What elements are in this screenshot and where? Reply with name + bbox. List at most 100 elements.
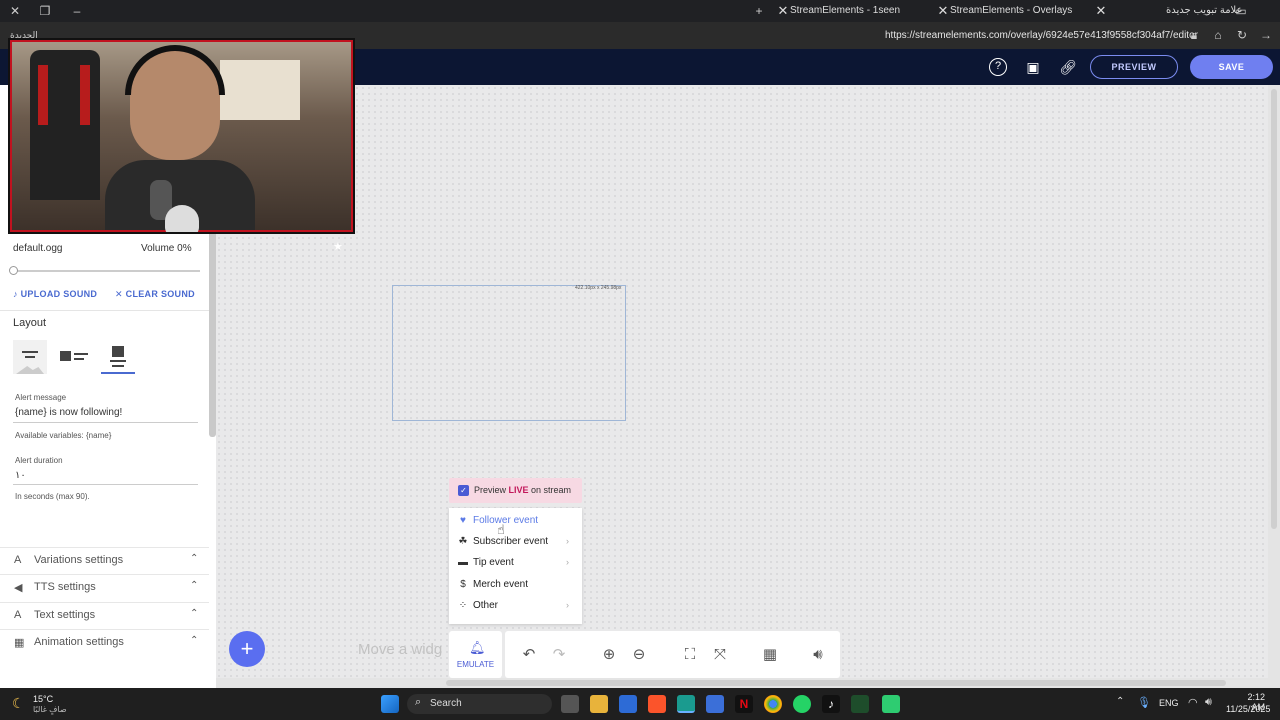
clock-date[interactable]: 11/25/2025: [1226, 704, 1270, 714]
layout-image-icon: [112, 346, 124, 357]
emulate-button[interactable]: 🔔︎ EMULATE: [449, 631, 502, 678]
alert-message-input[interactable]: {name} is now following!: [15, 407, 122, 418]
speaker-icon: ◀︎: [14, 582, 23, 594]
alert-duration-input[interactable]: ١٠: [15, 470, 26, 481]
menu-item-tip-event[interactable]: ▬ Tip event ›: [449, 553, 582, 574]
brave-icon[interactable]: [648, 695, 666, 713]
horizontal-scrollbar[interactable]: [216, 678, 1280, 688]
layout-option-text-below[interactable]: [13, 340, 47, 374]
grid-icon[interactable]: ▦: [760, 645, 780, 665]
other-icon: ⁘: [458, 600, 468, 611]
tab-streamelements-1seen[interactable]: StreamElements - 1seen: [790, 0, 900, 22]
clear-sound-button[interactable]: ✕ CLEAR SOUND: [115, 289, 195, 300]
zoom-out-icon[interactable]: ⊖: [629, 645, 649, 665]
mail-icon[interactable]: [706, 695, 724, 713]
preview-button[interactable]: PREVIEW: [1090, 55, 1178, 79]
microphone-icon[interactable]: 🎙︎: [1137, 696, 1151, 709]
weather-temp[interactable]: 15°C: [33, 694, 53, 704]
webcam-frame: [10, 40, 353, 232]
file-explorer-icon[interactable]: [590, 695, 608, 713]
fullscreen-icon[interactable]: ⛶: [680, 645, 700, 665]
reload-icon[interactable]: ↻: [1233, 25, 1251, 45]
alert-message-label: Alert message: [15, 393, 67, 402]
back-icon[interactable]: →: [1257, 25, 1275, 45]
tab-close-icon[interactable]: ✕: [935, 0, 951, 22]
music-note-icon: ♪: [13, 289, 18, 299]
upload-sound-button[interactable]: ♪ UPLOAD SOUND: [13, 289, 97, 299]
tab-new-tab[interactable]: علامة تبويب جديدة: [1166, 0, 1242, 22]
tab-actions-icon[interactable]: ▭: [1232, 1, 1250, 21]
taskbar-search[interactable]: ⌕ Search: [407, 694, 552, 714]
input-underline: [13, 484, 198, 485]
monitor-icon[interactable]: ▣: [1024, 58, 1042, 76]
chevron-up-icon: ⌃: [190, 580, 199, 591]
start-icon[interactable]: [381, 695, 399, 713]
layout-option-image-above[interactable]: [101, 340, 135, 374]
link-icon[interactable]: 🔗︎: [1059, 58, 1077, 76]
available-variables-hint: Available variables: {name}: [15, 431, 112, 440]
menu-item-merch-event[interactable]: $ Merch event: [449, 575, 582, 596]
duration-hint: In seconds (max 90).: [15, 492, 90, 501]
vertical-scrollbar[interactable]: [1268, 85, 1280, 678]
speaker-icon[interactable]: 🔊︎: [1205, 696, 1212, 709]
app-icon[interactable]: [882, 695, 900, 713]
new-tab-icon[interactable]: +: [750, 1, 768, 21]
preview-live-toggle[interactable]: ✓ Preview LIVE on stream: [449, 478, 582, 503]
variations-settings-section[interactable]: A Variations settings ⌃: [0, 547, 209, 573]
store-icon[interactable]: [619, 695, 637, 713]
alert-duration-label: Alert duration: [15, 456, 63, 465]
close-window-icon[interactable]: ✕: [6, 1, 24, 21]
bell-icon: 🔔︎: [469, 640, 486, 655]
tab-streamelements-overlays[interactable]: StreamElements - Overlays: [950, 0, 1072, 22]
checkbox-checked-icon[interactable]: ✓: [458, 485, 469, 496]
menu-item-subscriber-event[interactable]: ☘ Subscriber event ›: [449, 532, 582, 553]
excel-icon[interactable]: [851, 695, 869, 713]
restore-icon[interactable]: ❐: [36, 1, 54, 21]
subscriber-icon: ☘: [458, 536, 468, 547]
volume-slider-handle[interactable]: [9, 266, 18, 275]
tts-settings-section[interactable]: ◀︎ TTS settings ⌃: [0, 574, 209, 600]
minimize-icon[interactable]: –: [68, 1, 86, 21]
language-indicator[interactable]: ENG: [1159, 698, 1179, 708]
overlay-canvas[interactable]: [216, 85, 1268, 678]
fit-screen-icon[interactable]: ⤧: [710, 645, 730, 665]
sound-file-name: default.ogg: [13, 243, 63, 254]
wifi-icon[interactable]: ◠: [1188, 696, 1198, 709]
undo-icon[interactable]: ↶: [519, 645, 539, 665]
chrome-icon[interactable]: [764, 695, 782, 713]
windows-taskbar: ☾ 15°C صافٍ غالبًا N ♪ ⌃ 🎙︎ ENG ◠ 🔊︎ 2:1…: [0, 688, 1280, 720]
save-button[interactable]: SAVE: [1190, 55, 1273, 79]
text-settings-section[interactable]: A Text settings ⌃: [0, 602, 209, 628]
redo-icon[interactable]: ↷: [549, 645, 569, 665]
plus-icon: +: [240, 636, 254, 661]
tiktok-icon[interactable]: ♪: [822, 695, 840, 713]
text-icon: A: [14, 609, 22, 621]
url-field[interactable]: https://streamelements.com/overlay/6924e…: [885, 30, 1198, 41]
menu-item-other[interactable]: ⁘ Other ›: [449, 596, 582, 617]
task-view-icon[interactable]: [561, 695, 579, 713]
input-underline: [13, 422, 198, 423]
volume-slider[interactable]: [13, 270, 200, 272]
layout-option-side-by-side[interactable]: [57, 340, 91, 374]
variations-icon: A: [14, 554, 22, 566]
zoom-in-icon[interactable]: ⊕: [599, 645, 619, 665]
home-icon[interactable]: ⌂: [1209, 25, 1227, 45]
animation-settings-section[interactable]: ▦ Animation settings ⌃: [0, 629, 209, 655]
alert-widget-bounds[interactable]: [392, 285, 626, 421]
layout-image-icon: [60, 351, 71, 361]
volume-icon[interactable]: 🔊︎: [808, 645, 828, 665]
add-widget-button[interactable]: +: [229, 631, 265, 667]
webcam-overlay: [8, 38, 355, 234]
netflix-icon[interactable]: N: [735, 695, 753, 713]
help-icon[interactable]: ?: [989, 58, 1007, 76]
whatsapp-icon[interactable]: [793, 695, 811, 713]
tab-close-icon[interactable]: ✕: [1093, 0, 1109, 22]
chevron-up-icon: ⌃: [190, 635, 199, 646]
tray-chevron-icon[interactable]: ⌃: [1116, 696, 1124, 707]
mouse-cursor-icon: ☝︎: [497, 522, 505, 537]
weather-desc[interactable]: صافٍ غالبًا: [33, 705, 67, 714]
edge-icon[interactable]: [677, 695, 695, 713]
tab-close-icon[interactable]: ✕: [775, 0, 791, 22]
animation-icon: ▦: [14, 637, 25, 649]
menu-item-follower-event[interactable]: ♥ Follower event: [449, 511, 582, 532]
